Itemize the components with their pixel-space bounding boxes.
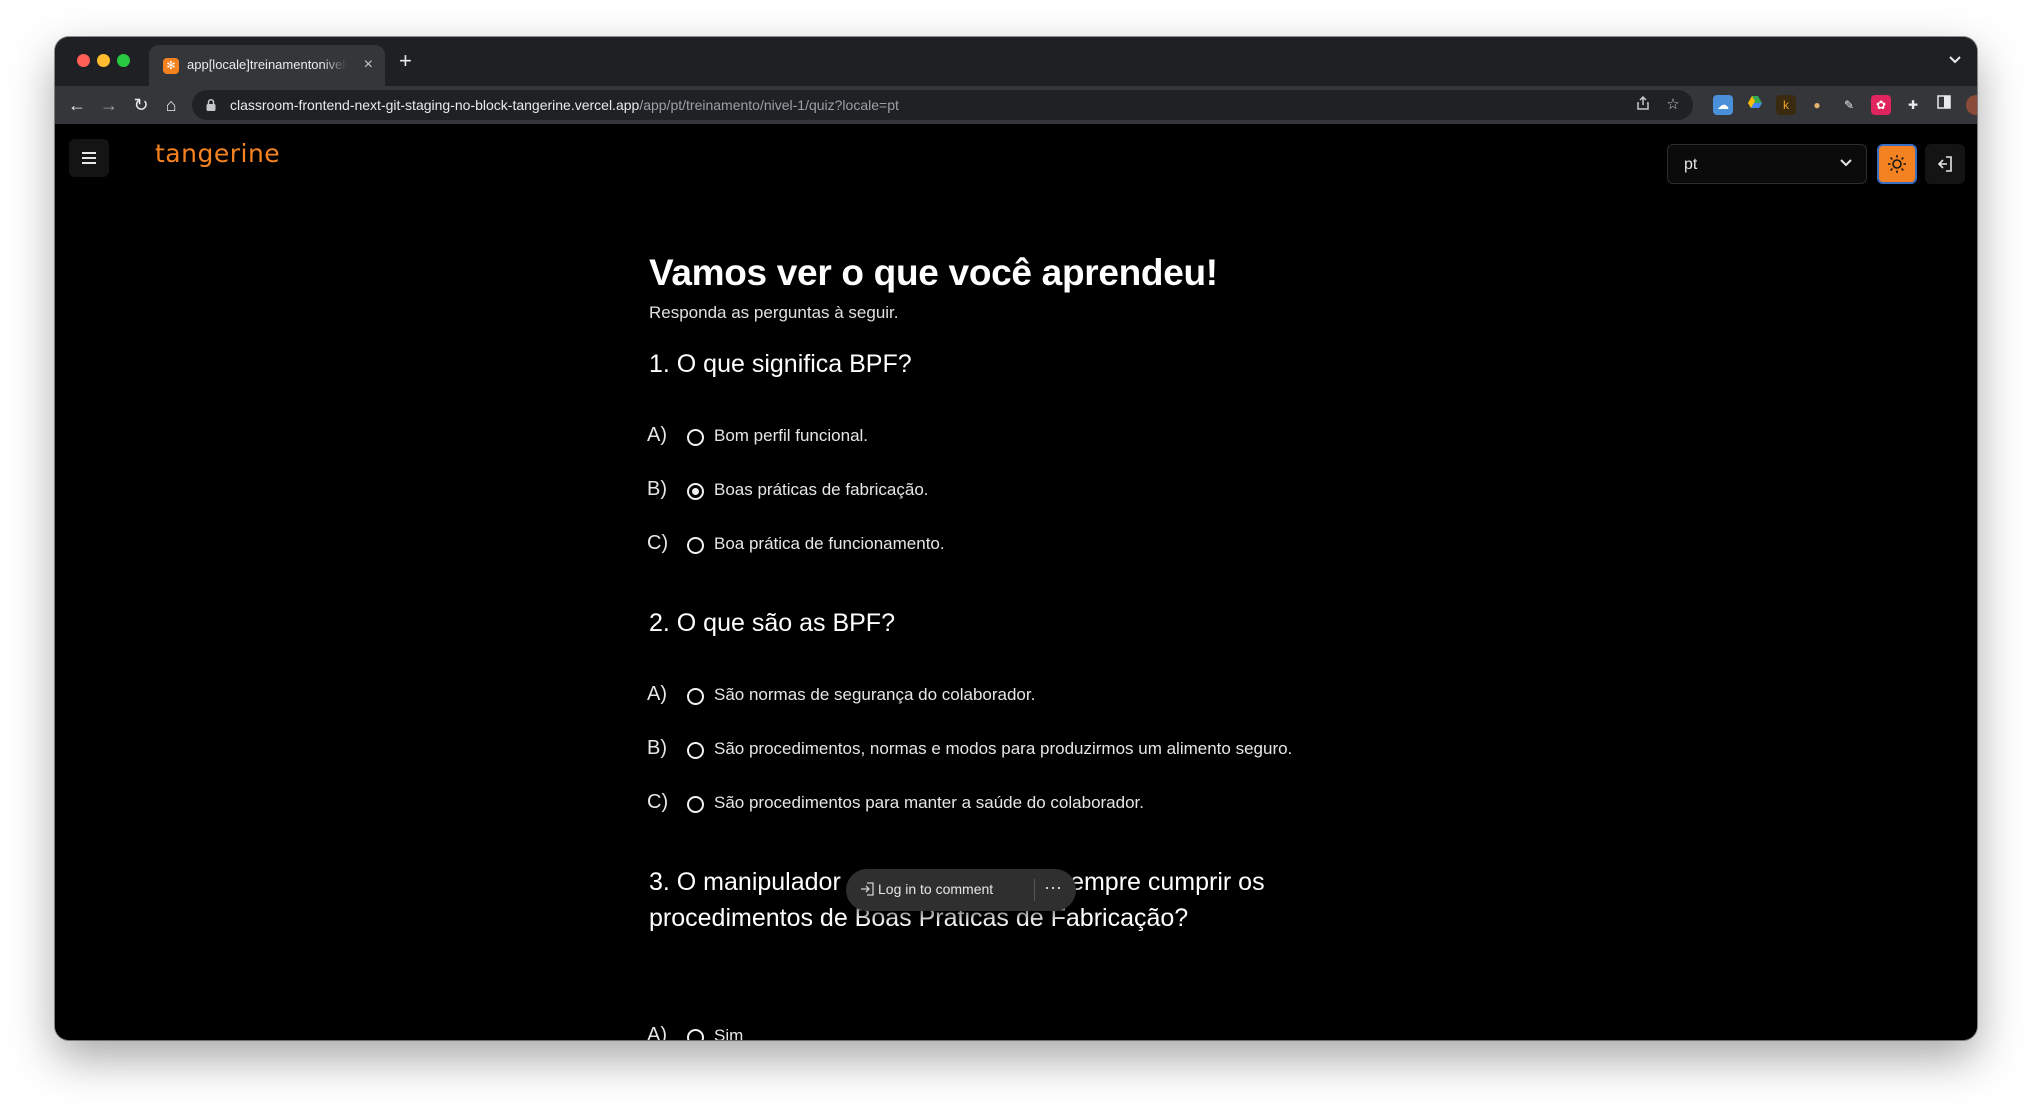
- browser-tab[interactable]: ✻ app[locale]treinamentonivel-1 ×: [149, 45, 385, 86]
- bookmark-star-icon[interactable]: ☆: [1663, 95, 1683, 115]
- option-letter: A): [647, 424, 667, 446]
- answer-option[interactable]: A) Bom perfil funcional.: [647, 422, 1407, 452]
- locale-selected-value: pt: [1684, 156, 1698, 173]
- radio-button[interactable]: [687, 742, 704, 759]
- answer-option[interactable]: A) Sim: [647, 1022, 1407, 1040]
- option-label: São normas de segurança do colaborador.: [714, 685, 1036, 704]
- chevron-down-icon: [1840, 159, 1852, 167]
- page-title: Vamos ver o que você aprendeu!: [649, 252, 1218, 293]
- close-window-button[interactable]: [77, 54, 90, 67]
- option-label: Boa prática de funcionamento.: [714, 534, 945, 553]
- tab-strip: ✻ app[locale]treinamentonivel-1 × +: [55, 37, 1977, 86]
- home-icon[interactable]: ⌂: [159, 93, 183, 117]
- answer-option[interactable]: A) São normas de segurança do colaborado…: [647, 681, 1407, 711]
- logout-button[interactable]: [1925, 144, 1965, 184]
- share-icon[interactable]: [1633, 95, 1653, 115]
- logout-icon: [1937, 156, 1952, 172]
- option-label: São procedimentos, normas e modos para p…: [714, 739, 1293, 758]
- tab-search-chevron-icon[interactable]: [1949, 51, 1961, 67]
- tab-close-icon[interactable]: ×: [364, 55, 373, 75]
- sun-icon: [1888, 155, 1906, 173]
- google-drive-icon[interactable]: [1745, 95, 1765, 115]
- browser-toolbar: ← → ↻ ⌂ classroom-frontend-next-git-stag…: [55, 86, 1977, 124]
- extensions-puzzle-icon[interactable]: ✚: [1903, 95, 1923, 115]
- back-arrow-icon[interactable]: ←: [65, 93, 89, 117]
- lock-icon: [206, 98, 216, 111]
- answer-option[interactable]: B) São procedimentos, normas e modos par…: [647, 735, 1407, 765]
- address-bar[interactable]: classroom-frontend-next-git-staging-no-b…: [192, 90, 1693, 120]
- radio-button[interactable]: [687, 537, 704, 554]
- login-to-comment-button[interactable]: Log in to comment: [860, 881, 993, 897]
- radio-button-checked[interactable]: [687, 483, 704, 500]
- option-letter: C): [647, 791, 669, 813]
- tangerine-favicon-icon: ✻: [163, 58, 179, 74]
- option-letter: A): [647, 683, 667, 705]
- option-label: São procedimentos para manter a saúde do…: [714, 793, 1144, 812]
- extension-pouch-icon[interactable]: ●: [1807, 95, 1827, 115]
- option-letter: B): [647, 737, 667, 759]
- tab-title: app[locale]treinamentonivel-1: [187, 57, 347, 72]
- reload-icon[interactable]: ↻: [129, 93, 153, 117]
- hamburger-menu-button[interactable]: [69, 139, 109, 177]
- locale-select[interactable]: pt: [1667, 144, 1867, 184]
- divider: [1034, 879, 1035, 901]
- option-letter: B): [647, 478, 667, 500]
- theme-toggle-button[interactable]: [1877, 144, 1917, 184]
- minimize-window-button[interactable]: [97, 54, 110, 67]
- maximize-window-button[interactable]: [117, 54, 130, 67]
- answer-option[interactable]: C) Boa prática de funcionamento.: [647, 530, 1407, 560]
- more-options-button[interactable]: ···: [1044, 877, 1062, 898]
- k-extension-icon[interactable]: k: [1776, 95, 1796, 115]
- question-title: 2. O que são as BPF?: [649, 609, 895, 637]
- radio-button[interactable]: [687, 429, 704, 446]
- profile-avatar[interactable]: [1966, 95, 1977, 115]
- option-label: Sim: [714, 1026, 744, 1040]
- pink-extension-icon[interactable]: ✿: [1871, 95, 1891, 115]
- login-icon: [861, 882, 874, 896]
- new-tab-button[interactable]: +: [399, 49, 412, 73]
- page-subtitle: Responda as perguntas à seguir.: [649, 303, 899, 322]
- comment-toolbar: Log in to comment ···: [846, 869, 1076, 911]
- url-path: /app/pt/treinamento/nivel-1/quiz?locale=…: [639, 97, 899, 113]
- option-letter: C): [647, 532, 669, 554]
- forward-arrow-icon[interactable]: →: [97, 93, 121, 117]
- question-title: 1. O que significa BPF?: [649, 350, 912, 378]
- pipette-icon[interactable]: ✎: [1839, 95, 1859, 115]
- option-label: Boas práticas de fabricação.: [714, 480, 929, 499]
- url-host: classroom-frontend-next-git-staging-no-b…: [230, 97, 640, 113]
- option-letter: A): [647, 1024, 667, 1040]
- extension-cloud-icon[interactable]: ☁: [1713, 95, 1733, 115]
- url-text: classroom-frontend-next-git-staging-no-b…: [230, 97, 899, 113]
- side-panel-icon[interactable]: [1934, 95, 1954, 115]
- login-to-comment-label: Log in to comment: [878, 881, 994, 897]
- answer-option[interactable]: B) Boas práticas de fabricação.: [647, 476, 1407, 506]
- radio-button[interactable]: [687, 1029, 704, 1040]
- option-label: Bom perfil funcional.: [714, 426, 869, 445]
- radio-button[interactable]: [687, 688, 704, 705]
- radio-button[interactable]: [687, 796, 704, 813]
- answer-option[interactable]: C) São procedimentos para manter a saúde…: [647, 789, 1407, 819]
- brand-logo[interactable]: tangerine: [155, 139, 280, 168]
